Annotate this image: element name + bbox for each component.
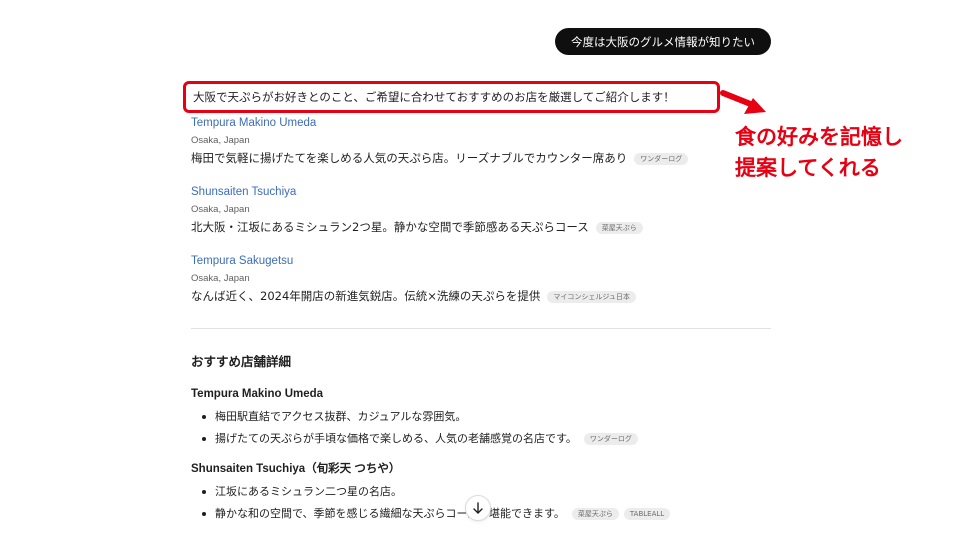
assistant-intro-highlight: 大阪で天ぷらがお好きとのこと、ご希望に合わせておすすめのお店を厳選してご紹介しま…	[183, 81, 720, 113]
result-location: Osaka, Japan	[191, 204, 250, 215]
result-title-link[interactable]: Tempura Makino Umeda	[191, 114, 771, 132]
result-item: Tempura Sakugetsu Osaka, Japan なんば近く、202…	[191, 252, 771, 306]
list-item: 梅田駅直結でアクセス抜群、カジュアルな雰囲気。	[191, 406, 771, 428]
source-chip[interactable]: ワンダーログ	[634, 152, 689, 165]
section-heading: おすすめ店舗詳細	[191, 354, 292, 369]
result-description: 梅田で気軽に揚げたてを楽しめる人気の天ぷら店。リーズナブルでカウンター席あり ワ…	[191, 149, 771, 168]
result-location: Osaka, Japan	[191, 273, 250, 284]
source-chip[interactable]: ワンダーログ	[583, 433, 638, 445]
result-description: 北大阪・江坂にあるミシュラン2つ星。静かな空間で季節感ある天ぷらコース 菜屋天ぷ…	[191, 218, 771, 237]
store-bullet-list: 梅田駅直結でアクセス抜群、カジュアルな雰囲気。 揚げたての天ぷらが手頃な価格で楽…	[191, 406, 771, 450]
user-message-text: 今度は大阪のグルメ情報が知りたい	[571, 34, 755, 49]
result-item: Shunsaiten Tsuchiya Osaka, Japan 北大阪・江坂に…	[191, 183, 771, 237]
result-description-text: 梅田で気軽に揚げたてを楽しめる人気の天ぷら店。リーズナブルでカウンター席あり	[191, 151, 628, 165]
result-description-text: 北大阪・江坂にあるミシュラン2つ星。静かな空間で季節感ある天ぷらコース	[191, 220, 589, 234]
source-chip[interactable]: 菜屋天ぷら	[595, 221, 643, 234]
result-description: なんば近く、2024年開店の新進気鋭店。伝統×洗練の天ぷらを提供 マイコンシェル…	[191, 287, 771, 306]
result-item: Tempura Makino Umeda Osaka, Japan 梅田で気軽に…	[191, 114, 771, 168]
bullet-text: 梅田駅直結でアクセス抜群、カジュアルな雰囲気。	[215, 410, 467, 423]
source-chip[interactable]: TABLEALL	[623, 508, 671, 520]
source-chip[interactable]: 菜屋天ぷら	[571, 508, 619, 520]
result-location: Osaka, Japan	[191, 135, 250, 146]
store-detail: Tempura Makino Umeda 梅田駅直結でアクセス抜群、カジュアルな…	[191, 385, 771, 450]
user-message-bubble: 今度は大阪のグルメ情報が知りたい	[555, 28, 771, 55]
list-item: 揚げたての天ぷらが手頃な価格で楽しめる、人気の老舗感覚の名店です。 ワンダーログ	[191, 428, 771, 450]
scroll-to-bottom-button[interactable]	[465, 495, 491, 521]
bullet-text: 江坂にあるミシュラン二つ星の名店。	[215, 485, 402, 498]
store-name: Shunsaiten Tsuchiya（旬彩天 つちや）	[191, 463, 401, 475]
source-chip[interactable]: マイコンシェルジュ日本	[547, 290, 636, 303]
search-results: Tempura Makino Umeda Osaka, Japan 梅田で気軽に…	[191, 114, 771, 321]
result-title-link[interactable]: Shunsaiten Tsuchiya	[191, 183, 771, 201]
store-name: Tempura Makino Umeda	[191, 388, 324, 400]
result-description-text: なんば近く、2024年開店の新進気鋭店。伝統×洗練の天ぷらを提供	[191, 289, 541, 303]
result-title-link[interactable]: Tempura Sakugetsu	[191, 252, 771, 270]
assistant-intro-text: 大阪で天ぷらがお好きとのこと、ご希望に合わせておすすめのお店を厳選してご紹介しま…	[193, 90, 675, 104]
arrow-down-icon	[473, 502, 483, 514]
bullet-text: 静かな和の空間で、季節を感じる繊細な天ぷらコースを堪能できます。	[215, 507, 565, 520]
bullet-text: 揚げたての天ぷらが手頃な価格で楽しめる、人気の老舗感覚の名店です。	[215, 432, 577, 445]
section-divider	[191, 328, 771, 329]
